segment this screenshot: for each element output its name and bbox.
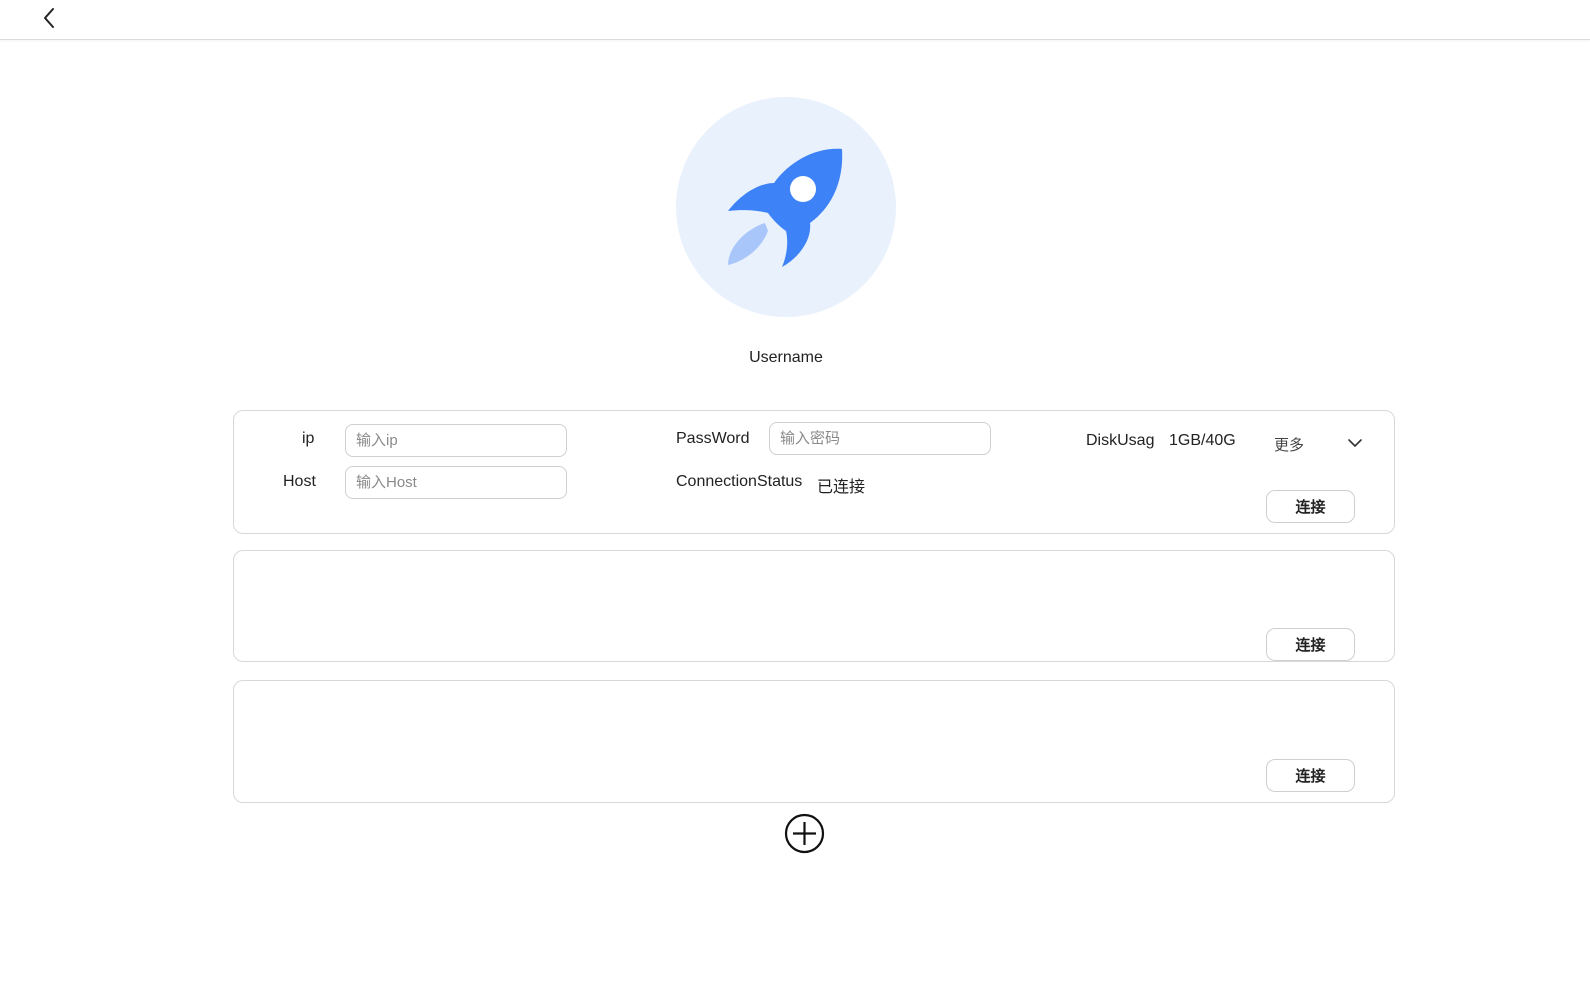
connect-button[interactable]: 连接 [1266,628,1355,661]
chevron-left-icon [44,8,54,28]
avatar [676,97,896,317]
more-dropdown[interactable]: 更多 [1274,431,1374,457]
rocket-icon [728,148,843,267]
connection-card: 连接 [233,680,1395,803]
password-input[interactable] [769,422,991,455]
username-label: Username [749,349,823,366]
connect-button[interactable]: 连接 [1266,759,1355,792]
host-label: Host [283,473,316,490]
back-button[interactable] [36,4,64,32]
connection-status-value: 已连接 [817,479,866,496]
connection-status-label: ConnectionStatus [676,473,803,490]
top-bar [0,0,1590,40]
disk-usage-label: DiskUsag [1086,432,1155,449]
add-connection-button[interactable] [784,813,825,854]
disk-usage-value: 1GB/40G [1169,432,1236,449]
ip-label: ip [302,430,315,447]
more-label: 更多 [1274,437,1305,454]
plus-circle-icon [784,813,825,854]
host-input[interactable] [345,466,567,499]
password-label: PassWord [676,430,750,447]
connect-button[interactable]: 连接 [1266,490,1355,523]
ip-input[interactable] [345,424,567,457]
connection-card: ip Host PassWord ConnectionStatus 已连接 Di… [233,410,1395,534]
connection-card: 连接 [233,550,1395,662]
chevron-down-icon [1348,439,1362,447]
